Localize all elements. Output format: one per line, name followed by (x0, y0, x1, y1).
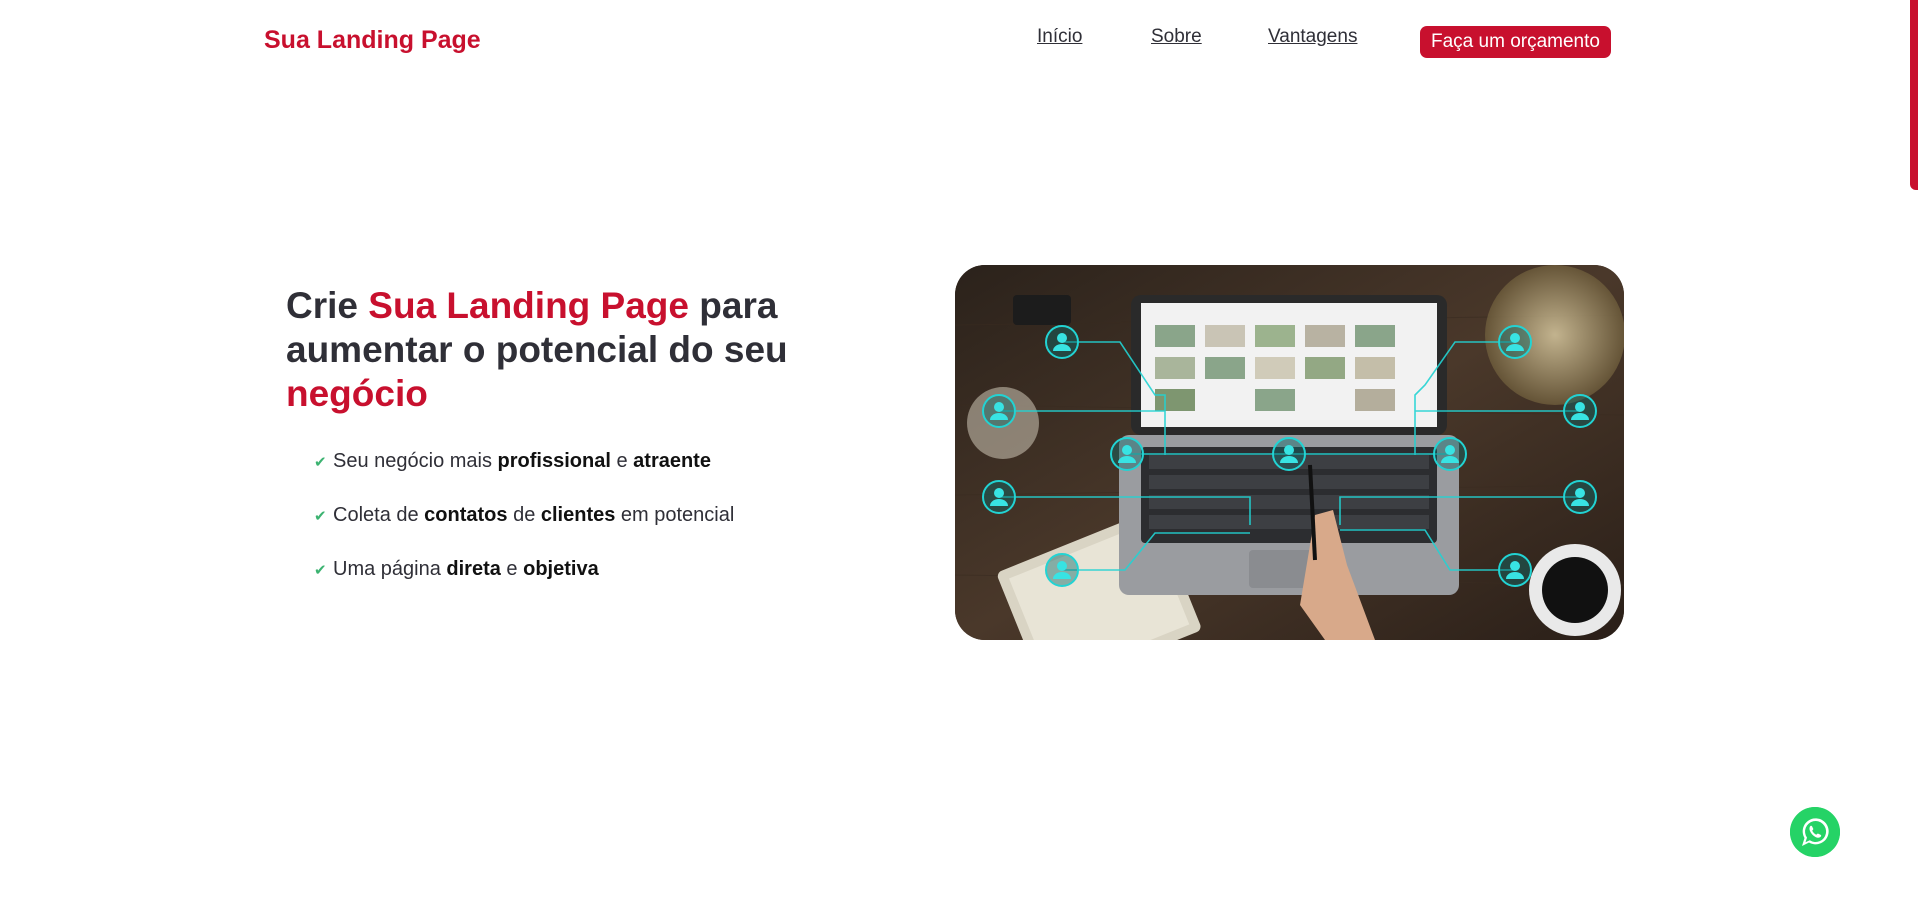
logo-link[interactable]: Sua Landing Page (264, 26, 481, 55)
laptop-network-illustration (955, 265, 1624, 640)
benefit-bold: direta (446, 558, 501, 580)
benefit-text: Uma página direta e objetiva (333, 558, 599, 581)
check-icon: ✔ (314, 454, 327, 471)
hero-headline: Crie Sua Landing Page para aumentar o po… (286, 284, 896, 416)
check-icon: ✔ (314, 562, 327, 579)
nav-sobre[interactable]: Sobre (1151, 26, 1202, 48)
benefit-text-part: Uma página (333, 558, 447, 580)
nav-inicio[interactable]: Início (1037, 26, 1082, 48)
benefit-text-part: e (500, 558, 524, 580)
headline-accent-2: negócio (286, 373, 428, 414)
quote-button[interactable]: Faça um orçamento (1420, 26, 1611, 58)
headline-accent-1: Sua Landing Page (368, 285, 689, 326)
benefit-text-part: Seu negócio mais (333, 450, 498, 472)
whatsapp-button[interactable] (1790, 807, 1840, 857)
scrollbar-thumb[interactable] (1910, 0, 1918, 190)
benefit-item: ✔ Uma página direta e objetiva (314, 558, 734, 612)
benefit-item: ✔ Seu negócio mais profissional e atraen… (314, 450, 734, 504)
benefit-bold: contatos (424, 504, 508, 526)
site-header: Sua Landing Page Início Sobre Vantagens … (0, 0, 1918, 84)
check-icon: ✔ (314, 508, 327, 525)
benefit-text-part: de (507, 504, 541, 526)
benefit-text-part: e (610, 450, 634, 472)
benefits-list: ✔ Seu negócio mais profissional e atraen… (314, 450, 734, 612)
benefit-bold: objetiva (523, 558, 599, 580)
benefit-bold: atraente (633, 450, 711, 472)
benefit-bold: clientes (540, 504, 616, 526)
benefit-bold: profissional (497, 450, 611, 472)
benefit-text-part: em potencial (615, 504, 735, 526)
benefit-text: Seu negócio mais profissional e atraente (333, 450, 711, 473)
hero-image (955, 265, 1624, 640)
benefit-text-part: Coleta de (333, 504, 425, 526)
nav-vantagens[interactable]: Vantagens (1268, 26, 1357, 48)
headline-text-1: Crie (286, 285, 369, 326)
benefit-item: ✔ Coleta de contatos de clientes em pote… (314, 504, 734, 558)
whatsapp-icon (1790, 807, 1840, 857)
benefit-text: Coleta de contatos de clientes em potenc… (333, 504, 734, 527)
